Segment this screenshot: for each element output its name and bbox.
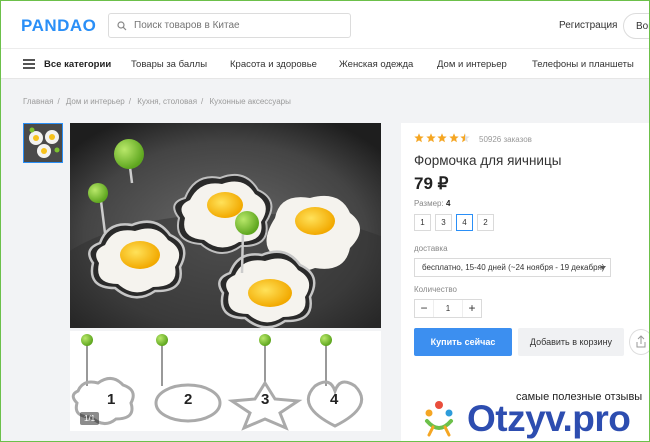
logo-text: PANDAO [21,16,97,35]
quantity-decrease-button[interactable]: − [415,300,433,317]
chevron-down-icon [600,266,606,270]
breadcrumb: Главная / Дом и интерьер / Кухня, столовая… [23,97,291,106]
size-option-2[interactable]: 2 [477,214,494,231]
shipping-value: бесплатно, 15-40 дней (~24 ноября - 19 д… [422,263,605,272]
buy-now-button[interactable]: Купить сейчас [414,328,512,356]
share-button[interactable] [629,329,649,355]
product-main-image[interactable] [70,123,381,328]
variant-number-2: 2 [184,391,193,408]
star-icon [425,133,436,143]
search-icon [117,20,127,30]
nav-points-goods[interactable]: Товары за баллы [131,59,207,70]
breadcrumb-home-interior[interactable]: Дом и интерьер [66,97,125,106]
header: PANDAO Регистрация Вой [1,1,649,49]
shipping-select[interactable]: бесплатно, 15-40 дней (~24 ноября - 19 д… [414,258,611,277]
size-options: 1 3 4 2 [414,214,498,231]
login-button[interactable]: Вой [623,13,649,39]
nav-phones-tablets[interactable]: Телефоны и планшеты [532,59,634,70]
product-variants-image[interactable]: 1 2 3 4 [70,331,381,431]
logo[interactable]: PANDAO [21,15,96,37]
egg-mold-photo [70,123,381,328]
thumbnail-image [24,124,62,162]
nav-beauty-health[interactable]: Красота и здоровье [230,59,317,70]
breadcrumb-home[interactable]: Главная [23,97,53,106]
star-icon [414,133,424,143]
size-option-4[interactable]: 4 [456,214,473,231]
variant-number-4: 4 [330,391,339,408]
quantity-increase-button[interactable]: + [463,300,481,317]
breadcrumb-kitchen-accessories[interactable]: Кухонные аксессуары [210,97,291,106]
nav-all-categories[interactable]: Все категории [44,59,111,70]
product-title: Формочка для яичницы [414,153,562,168]
share-icon [636,335,646,348]
variant-number-1: 1 [107,391,116,408]
half-star-icon [460,133,470,143]
image-counter: 1/1 [80,412,100,425]
quantity-stepper: − 1 + [414,299,482,318]
breadcrumb-kitchen[interactable]: Кухня, столовая [137,97,197,106]
watermark-brand: Otzyv.pro [467,398,631,439]
size-selected-value: 4 [445,199,451,208]
size-label: Размер: 4 [414,199,451,208]
register-link[interactable]: Регистрация [559,20,617,31]
star-icon [437,133,447,143]
star-icon [448,133,459,143]
numbered-molds-photo [70,331,381,431]
orders-count: 50926 заказов [479,135,532,144]
category-nav: Все категории Товары за баллы Красота и … [1,49,649,79]
product-thumbnail[interactable] [23,123,63,163]
quantity-input[interactable]: 1 [433,300,463,317]
add-to-cart-button[interactable]: Добавить в корзину [518,328,624,356]
size-option-3[interactable]: 3 [435,214,452,231]
nav-home-interior[interactable]: Дом и интерьер [437,59,507,70]
page: PANDAO Регистрация Вой Все категории Тов… [0,0,650,442]
search-box[interactable] [108,13,351,38]
nav-womens-clothing[interactable]: Женская одежда [339,59,413,70]
shipping-label: доставка [414,244,448,253]
quantity-label: Количество [414,285,457,294]
search-input[interactable] [134,20,334,31]
watermark-logo-icon [425,401,453,437]
product-price: 79 ₽ [414,174,449,193]
rating-stars [414,133,472,143]
menu-icon[interactable] [23,59,35,69]
variant-number-3: 3 [261,391,270,408]
size-option-1[interactable]: 1 [414,214,431,231]
